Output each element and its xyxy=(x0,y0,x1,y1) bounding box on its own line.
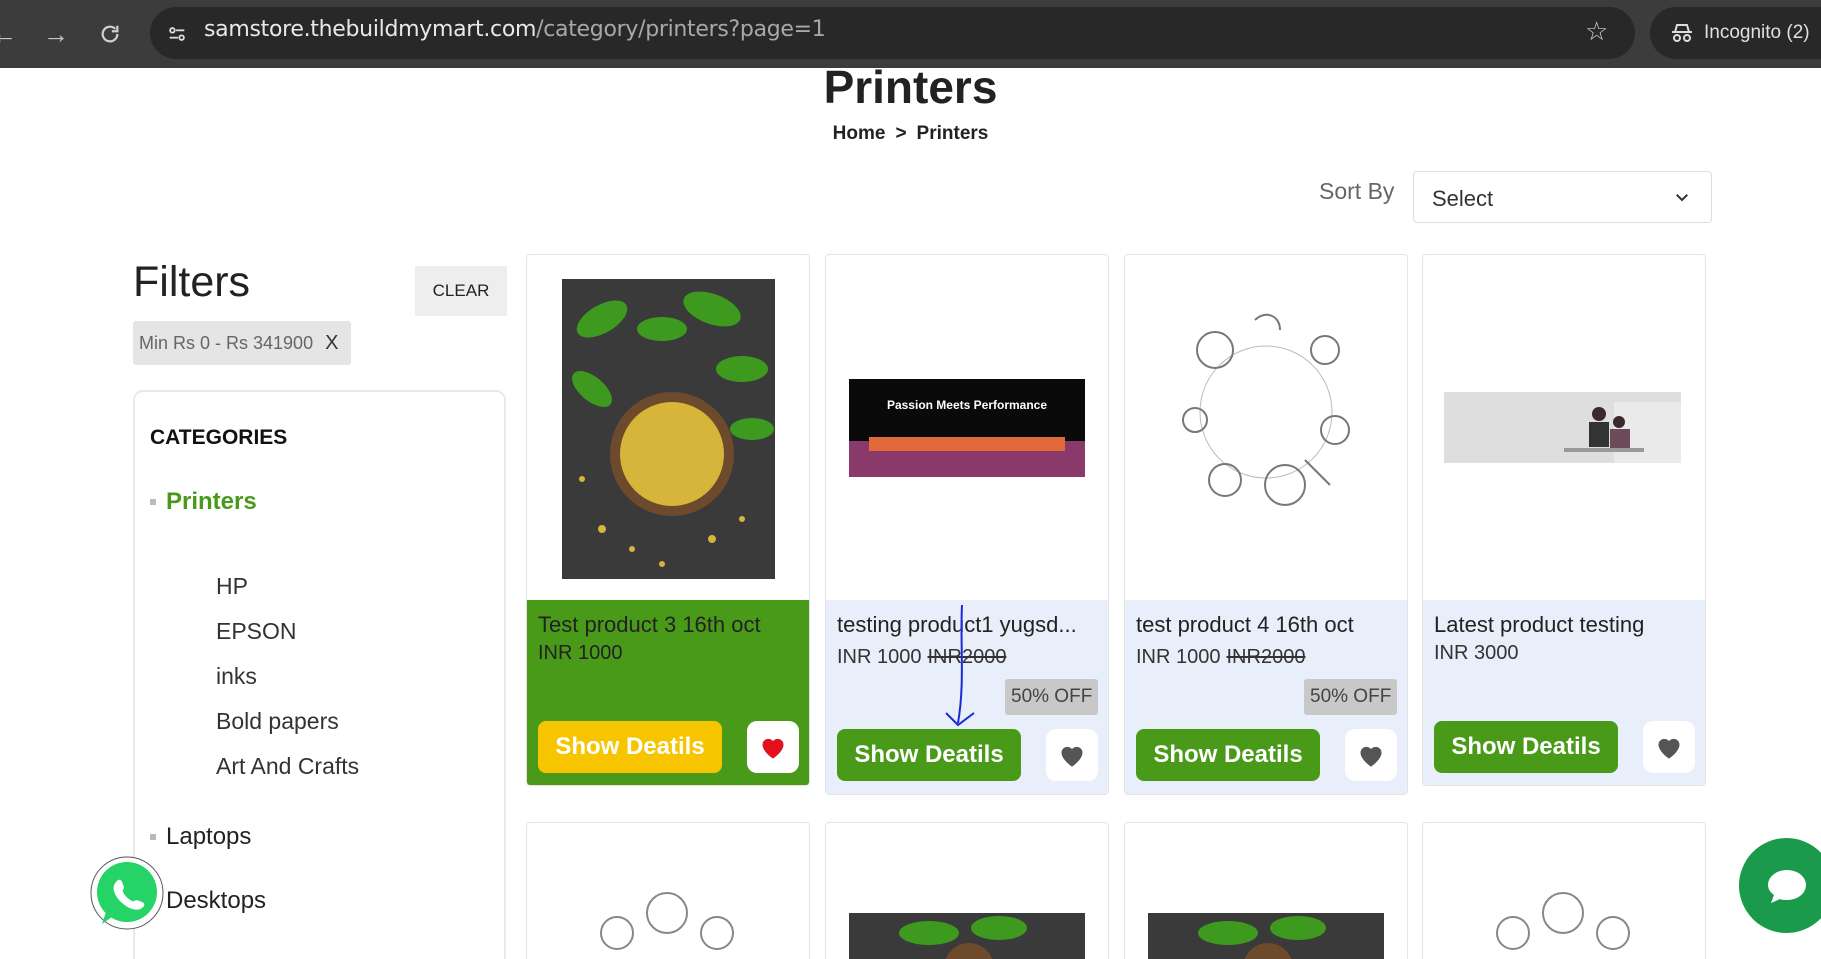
whatsapp-icon[interactable] xyxy=(86,854,168,936)
browser-toolbar: ← → samstore.thebuildmymart.com/category… xyxy=(0,0,1821,68)
site-settings-icon[interactable] xyxy=(160,17,194,51)
chat-bubble-icon xyxy=(1767,869,1806,903)
incognito-indicator[interactable]: Incognito (2) xyxy=(1650,7,1821,59)
page-title: Printers xyxy=(823,68,998,113)
product-price: INR 3000 xyxy=(1434,642,1519,664)
product-card[interactable]: Test product 3 16th oct INR 1000 Show De… xyxy=(526,254,810,786)
category-printers[interactable]: Printers xyxy=(150,488,257,516)
categories-panel xyxy=(133,390,506,959)
product-image xyxy=(1182,313,1350,506)
bullet-icon xyxy=(150,499,156,505)
product-card[interactable] xyxy=(825,822,1109,959)
discount-badge: 50% OFF xyxy=(1005,679,1099,715)
product-name[interactable]: Latest product testing xyxy=(1434,612,1644,638)
product-card[interactable]: test product 4 16th oct INR 1000 INR2000 … xyxy=(1124,254,1408,795)
bookmark-star-icon[interactable]: ☆ xyxy=(1585,16,1608,47)
breadcrumb-separator: > xyxy=(895,123,907,144)
show-details-button[interactable]: Show Deatils xyxy=(1434,721,1618,773)
product-card[interactable] xyxy=(1124,822,1408,959)
banner-text: Passion Meets Performance xyxy=(887,398,1047,412)
product-image xyxy=(1444,392,1681,463)
product-image xyxy=(1148,913,1384,959)
old-price: INR2000 xyxy=(1226,646,1306,668)
incognito-label: Incognito (2) xyxy=(1704,22,1810,43)
discount-badge: 50% OFF xyxy=(1304,679,1398,715)
reload-icon[interactable] xyxy=(90,14,130,54)
product-card[interactable]: Latest product testing INR 3000 Show Dea… xyxy=(1422,254,1706,786)
breadcrumb: Home > Printers xyxy=(0,123,1821,145)
product-image xyxy=(600,892,734,950)
incognito-icon xyxy=(1672,24,1692,42)
price-filter-label: Min Rs 0 - Rs 341900 xyxy=(139,332,314,353)
show-details-button[interactable]: Show Deatils xyxy=(1136,729,1320,781)
subcategory-hp[interactable]: HP xyxy=(216,573,248,600)
show-details-button[interactable]: Show Deatils xyxy=(837,729,1021,781)
product-image xyxy=(562,279,775,579)
wishlist-heart-icon[interactable] xyxy=(1643,721,1695,773)
card-footer: Latest product testing INR 3000 Show Dea… xyxy=(1423,600,1705,785)
price-filter-chip: Min Rs 0 - Rs 341900 X xyxy=(133,321,351,365)
product-image xyxy=(1496,892,1630,950)
card-footer: Test product 3 16th oct INR 1000 Show De… xyxy=(527,600,809,785)
wishlist-heart-icon[interactable] xyxy=(1345,729,1397,781)
wishlist-heart-icon[interactable] xyxy=(747,721,799,773)
url-text[interactable]: samstore.thebuildmymart.com/category/pri… xyxy=(204,17,826,42)
product-name[interactable]: Test product 3 16th oct xyxy=(538,612,761,638)
product-price: INR 1000 xyxy=(538,642,623,664)
filters-heading: Filters xyxy=(133,258,251,306)
card-footer: test product 4 16th oct INR 1000 INR2000 … xyxy=(1125,600,1407,794)
categories-heading: CATEGORIES xyxy=(150,426,288,449)
sort-select-value: Select xyxy=(1432,186,1494,211)
show-details-button[interactable]: Show Deatils xyxy=(538,721,722,773)
product-card[interactable] xyxy=(526,822,810,959)
chevron-down-icon xyxy=(1673,186,1691,212)
page-content: Printers Home > Printers Sort By Select Fi… xyxy=(0,68,1821,959)
product-price: INR 1000 INR2000 xyxy=(1136,646,1306,668)
breadcrumb-current: Printers xyxy=(916,123,989,144)
product-image xyxy=(849,913,1085,959)
wishlist-heart-icon[interactable] xyxy=(1046,729,1098,781)
annotation-arrow xyxy=(945,604,975,727)
clear-filters-button[interactable]: CLEAR xyxy=(415,266,507,316)
forward-icon[interactable]: → xyxy=(36,14,76,54)
product-card[interactable] xyxy=(1422,822,1706,959)
chat-widget-button[interactable] xyxy=(1739,838,1821,933)
sort-select[interactable]: Select xyxy=(1413,171,1712,223)
subcategory-art-and-crafts[interactable]: Art And Crafts xyxy=(216,753,359,780)
bullet-icon xyxy=(150,834,156,840)
subcategory-bold-papers[interactable]: Bold papers xyxy=(216,708,339,735)
subcategory-inks[interactable]: inks xyxy=(216,663,257,690)
subcategory-epson[interactable]: EPSON xyxy=(216,618,297,645)
sort-by-label: Sort By xyxy=(1319,178,1395,204)
category-laptops[interactable]: Laptops xyxy=(150,823,251,851)
remove-filter-icon[interactable]: X xyxy=(325,332,338,355)
product-name[interactable]: test product 4 16th oct xyxy=(1136,612,1354,638)
back-icon[interactable]: ← xyxy=(0,14,24,54)
breadcrumb-home[interactable]: Home xyxy=(833,123,886,144)
product-image: Passion Meets Performance xyxy=(849,379,1085,477)
